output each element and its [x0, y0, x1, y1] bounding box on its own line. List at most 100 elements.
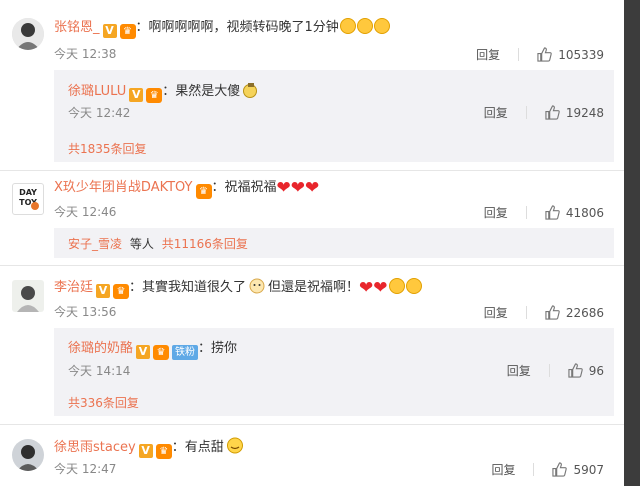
heart-icon: ❤ — [305, 178, 320, 198]
comment-text: ：祝福祝福 — [211, 180, 277, 195]
thumbs-up-icon — [568, 363, 583, 378]
like-button[interactable]: 5907 — [552, 462, 604, 477]
fan-badge-icon: ♛ — [146, 88, 163, 103]
comment-text-continued: 但還是祝福啊！ — [268, 280, 360, 295]
fan-badge-icon: ♛ — [119, 24, 136, 39]
comment-3: 李治廷 V ♛ ：其實我知道很久了 但還是祝福啊！❤❤ 今天 13:56 回复 2268… — [0, 266, 624, 423]
reply-actions: 回复 19248 — [484, 104, 604, 121]
silly-emoji-icon — [243, 83, 258, 98]
smile-emoji-icon — [226, 437, 243, 454]
avatar[interactable] — [12, 18, 44, 50]
fan-badge-icon: ♛ — [153, 345, 170, 360]
fan-badge-icon: ♛ — [155, 444, 172, 459]
heart-icon: ❤ — [276, 178, 291, 198]
sub-reply-summary-line: 安子_雪凌 等人 共11166条回复 — [68, 235, 248, 252]
username-link[interactable]: 安子_雪凌 — [68, 237, 122, 251]
divider — [533, 463, 535, 476]
comment-actions: 回复 22686 — [484, 304, 604, 321]
comment-text: ：其實我知道很久了 — [129, 280, 247, 295]
reply-button[interactable]: 回复 — [484, 104, 508, 121]
reply-button[interactable]: 回复 — [491, 461, 515, 478]
username-link[interactable]: 徐璐的奶酪 — [68, 341, 133, 356]
like-count: 105339 — [558, 47, 604, 62]
reply-actions: 回复 96 — [507, 362, 604, 379]
divider — [548, 364, 550, 377]
reply-button[interactable]: 回复 — [507, 362, 531, 379]
avatar[interactable] — [12, 439, 44, 471]
comment-text: ：啊啊啊啊啊，视频转码晚了1分钟 — [135, 20, 339, 35]
avatar-photo — [12, 280, 44, 312]
verified-badge-icon: V — [102, 24, 117, 38]
sub-reply-line: 徐璐的奶酪 V ♛ 铁粉 ：捞你 — [68, 337, 237, 360]
comment-line: X玖少年团肖战DAKTOY ♛ ：祝福祝福❤❤❤ — [54, 179, 319, 199]
comment-4: 徐思雨stacey V ♛ ：有点甜 今天 12:47 回复 5907 — [0, 425, 624, 486]
more-replies-link[interactable]: 共1835条回复 — [68, 140, 147, 157]
username-link[interactable]: 徐璐LULU — [68, 84, 126, 99]
timestamp: 今天 12:42 — [68, 106, 131, 120]
reply-button[interactable]: 回复 — [484, 204, 508, 221]
username-link[interactable]: 李治廷 — [54, 280, 93, 295]
sub-reply-line: 徐璐LULU V ♛ ：果然是大傻 — [68, 80, 258, 103]
like-button[interactable]: 96 — [568, 363, 604, 378]
more-replies-link[interactable]: 共336条回复 — [68, 394, 139, 411]
like-button[interactable]: 19248 — [545, 105, 604, 120]
divider — [525, 306, 527, 319]
comment-line: 张铭恩_ V ♛ ：啊啊啊啊啊，视频转码晚了1分钟 — [54, 18, 390, 39]
thumbs-up-icon — [537, 47, 552, 62]
like-count: 5907 — [573, 462, 604, 477]
like-button[interactable]: 22686 — [545, 305, 604, 320]
page-edge — [624, 0, 640, 486]
like-count: 96 — [588, 363, 604, 378]
like-count: 41806 — [565, 205, 604, 220]
like-count: 19248 — [565, 105, 604, 120]
avatar-dot — [31, 202, 39, 210]
summary-text: 等人 — [129, 237, 154, 251]
divider — [518, 48, 520, 61]
fan-badge-icon: ♛ — [113, 284, 130, 299]
reply-button[interactable]: 回复 — [476, 46, 500, 63]
sub-reply-box: 徐璐LULU V ♛ ：果然是大傻 今天 12:42 回复 19248 共1835条回… — [54, 70, 614, 162]
verified-badge-icon: V — [138, 444, 153, 458]
divider — [525, 106, 527, 119]
comment-line: 李治廷 V ♛ ：其實我知道很久了 但還是祝福啊！❤❤ — [54, 278, 422, 299]
thumbs-up-icon — [545, 305, 560, 320]
username-link[interactable]: 徐思雨stacey — [54, 440, 136, 455]
timestamp: 今天 12:47 — [54, 462, 117, 476]
thumbs-up-icon — [545, 105, 560, 120]
reply-button[interactable]: 回复 — [484, 304, 508, 321]
crying-emoji-icon — [373, 18, 390, 34]
verified-badge-icon: V — [129, 88, 144, 102]
more-replies-link[interactable]: 共11166条回复 — [162, 237, 248, 251]
username-link[interactable]: 张铭恩_ — [54, 20, 100, 35]
heart-icon: ❤ — [359, 278, 374, 298]
thumbs-up-icon — [545, 205, 560, 220]
reply-text: ：果然是大傻 — [162, 84, 241, 99]
timestamp: 今天 12:38 — [54, 47, 117, 61]
like-button[interactable]: 41806 — [545, 205, 604, 220]
comment-actions: 回复 41806 — [484, 204, 604, 221]
comment-1: 张铭恩_ V ♛ ：啊啊啊啊啊，视频转码晚了1分钟 今天 12:38 回复 10533… — [0, 0, 624, 170]
comment-actions: 回复 105339 — [476, 46, 604, 63]
fan-badge-icon: ♛ — [195, 184, 212, 199]
like-count: 22686 — [565, 305, 604, 320]
sub-reply-summary: 安子_雪凌 等人 共11166条回复 — [54, 228, 614, 258]
timestamp: 今天 13:56 — [54, 305, 117, 319]
thinking-emoji-icon — [249, 278, 265, 294]
verified-badge-icon: V — [136, 345, 151, 359]
like-button[interactable]: 105339 — [537, 47, 604, 62]
comment-2: DAY TOY X玖少年团肖战DAKTOY ♛ ：祝福祝福❤❤❤ 今天 12:46 … — [0, 171, 624, 264]
comment-line: 徐思雨stacey V ♛ ：有点甜 — [54, 437, 244, 459]
timestamp: 今天 12:46 — [54, 205, 117, 219]
crying-emoji-icon — [356, 18, 373, 34]
username-link[interactable]: X玖少年团肖战DAKTOY — [54, 180, 193, 195]
avatar[interactable] — [12, 280, 44, 312]
crying-emoji-icon — [339, 18, 356, 34]
divider — [525, 206, 527, 219]
avatar[interactable]: DAY TOY — [12, 183, 44, 215]
laugh-cry-emoji-icon — [405, 278, 422, 294]
reply-text: ：捞你 — [198, 341, 238, 356]
laugh-cry-emoji-icon — [388, 278, 405, 294]
sub-reply-box: 徐璐的奶酪 V ♛ 铁粉 ：捞你 今天 14:14 回复 96 共336条回复 — [54, 328, 614, 416]
avatar-photo — [12, 439, 44, 471]
heart-icon: ❤ — [373, 278, 388, 298]
